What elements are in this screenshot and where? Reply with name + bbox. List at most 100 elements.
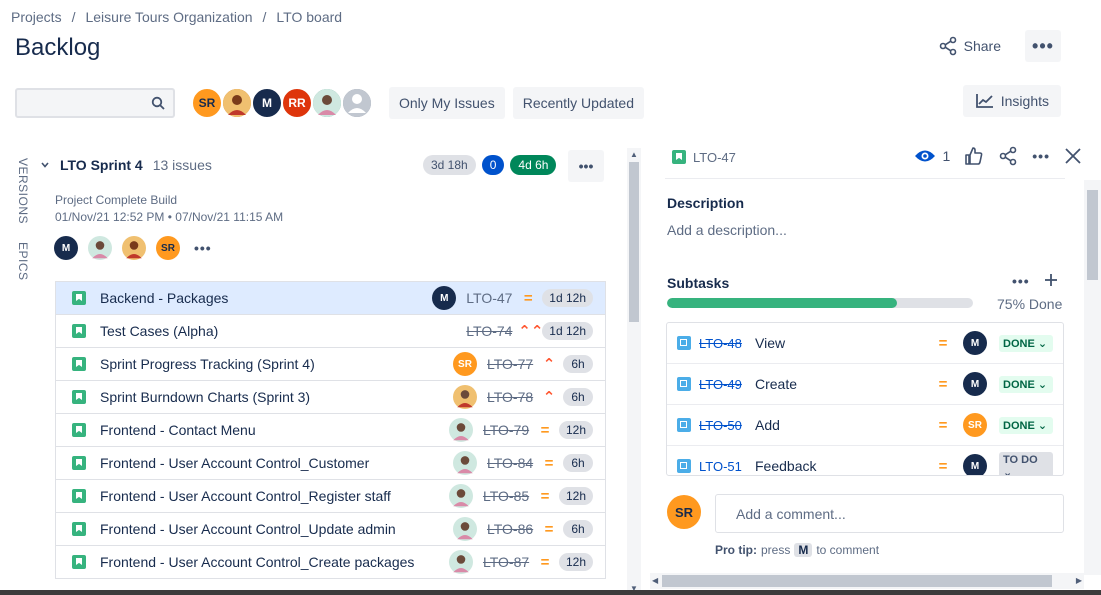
issue-meta: LTO-78 ⌃ 6h <box>453 381 593 413</box>
todo-estimate-badge: 3d 18h <box>423 155 476 175</box>
issue-meta: LTO-85 = 12h <box>448 480 593 512</box>
scrollbar-thumb[interactable] <box>629 162 639 322</box>
avatar-m[interactable]: M <box>54 236 78 260</box>
assignee-avatar[interactable]: SR <box>963 413 987 437</box>
issue-key[interactable]: LTO-79 <box>483 422 535 438</box>
add-subtask-icon[interactable] <box>1044 273 1058 289</box>
issue-row[interactable]: Frontend - Contact Menu LTO-79 = 12h <box>56 414 605 447</box>
breadcrumb-board[interactable]: LTO board <box>276 9 342 25</box>
assignee-avatars: SR M RR <box>191 87 373 119</box>
assignee-avatar[interactable] <box>453 451 477 475</box>
more-actions-button[interactable]: ••• <box>1025 30 1061 62</box>
scroll-up-arrow[interactable]: ▲ <box>630 150 638 159</box>
tab-epics[interactable]: EPICS <box>16 242 30 281</box>
assignee-avatar[interactable]: M <box>963 454 987 475</box>
assignee-avatar[interactable]: M <box>963 372 987 396</box>
assignee-avatar[interactable] <box>448 484 473 508</box>
subtask-title[interactable]: Create <box>755 376 797 392</box>
more-icon[interactable]: ••• <box>1032 148 1050 164</box>
subtask-row[interactable]: LTO-49 Create = M DONE ⌄ <box>667 364 1063 405</box>
priority-medium-icon: = <box>938 334 948 352</box>
close-icon[interactable] <box>1064 147 1082 165</box>
avatar-user-photo[interactable] <box>311 87 343 119</box>
issue-row[interactable]: Backend - Packages M LTO-47 = 1d 12h <box>56 282 605 315</box>
subtask-key[interactable]: LTO-49 <box>699 377 755 392</box>
breadcrumb-project[interactable]: Leisure Tours Organization <box>85 9 252 25</box>
issue-row[interactable]: Frontend - User Account Control_Register… <box>56 480 605 513</box>
assignee-avatar[interactable]: SR <box>453 352 477 376</box>
comment-input[interactable]: Add a comment... <box>715 494 1064 533</box>
avatar-sr[interactable]: SR <box>191 87 223 119</box>
insights-button[interactable]: Insights <box>962 85 1061 117</box>
subtask-row[interactable]: LTO-50 Add = SR DONE ⌄ <box>667 405 1063 446</box>
subtask-more-button[interactable]: ••• <box>1012 273 1030 289</box>
scrollbar-thumb[interactable] <box>1087 190 1098 280</box>
tab-versions[interactable]: VERSIONS <box>16 158 30 224</box>
thumbs-up-icon[interactable] <box>964 146 984 166</box>
avatar-rr[interactable]: RR <box>281 87 313 119</box>
assignee-avatar[interactable] <box>453 517 477 541</box>
recently-updated-filter[interactable]: Recently Updated <box>512 87 644 119</box>
issue-row[interactable]: Frontend - User Account Control_Customer… <box>56 447 605 480</box>
issue-key[interactable]: LTO-85 <box>483 488 535 504</box>
share-button[interactable]: Share <box>932 30 1007 62</box>
issue-row[interactable]: Test Cases (Alpha) LTO-74 ⌃⌃ 1d 12h <box>56 315 605 348</box>
avatar-sr[interactable]: SR <box>156 236 180 260</box>
issue-row[interactable]: Frontend - User Account Control_Create p… <box>56 546 605 579</box>
description-field[interactable]: Add a description... <box>667 222 787 238</box>
chevron-down-icon[interactable] <box>40 160 60 170</box>
subtask-title[interactable]: Feedback <box>755 458 816 474</box>
status-dropdown[interactable]: TO DO ⌄ <box>999 451 1053 475</box>
only-my-issues-filter[interactable]: Only My Issues <box>389 87 505 119</box>
sprint-name[interactable]: LTO Sprint 4 <box>60 157 143 173</box>
issue-row[interactable]: Sprint Burndown Charts (Sprint 3) LTO-78… <box>56 381 605 414</box>
subtask-row[interactable]: LTO-48 View = M DONE ⌄ <box>667 323 1063 364</box>
status-dropdown[interactable]: DONE ⌄ <box>999 416 1053 434</box>
eye-icon[interactable] <box>914 148 936 164</box>
avatar-user-photo[interactable] <box>88 236 112 260</box>
share-icon[interactable] <box>998 146 1018 166</box>
issue-row[interactable]: Frontend - User Account Control_Update a… <box>56 513 605 546</box>
assignee-avatar[interactable] <box>448 550 473 574</box>
assignee-avatar[interactable] <box>448 418 473 442</box>
search-input[interactable] <box>15 88 175 118</box>
avatar-user-photo[interactable] <box>122 236 146 260</box>
subtask-key[interactable]: LTO-50 <box>699 418 755 433</box>
subtask-key[interactable]: LTO-51 <box>699 459 755 474</box>
scroll-right-arrow[interactable]: ▶ <box>1076 576 1082 585</box>
subtask-title[interactable]: Add <box>755 417 780 433</box>
issue-key[interactable]: LTO-86 <box>487 521 539 537</box>
avatar-m[interactable]: M <box>251 87 283 119</box>
subtask-title[interactable]: View <box>755 335 785 351</box>
assignee-avatar[interactable]: M <box>432 286 457 310</box>
issue-key[interactable]: LTO-74 <box>466 323 518 339</box>
in-progress-estimate-badge: 0 <box>481 155 505 175</box>
detail-actions: 1 ••• <box>914 146 1082 166</box>
status-dropdown[interactable]: DONE ⌄ <box>999 334 1053 352</box>
detail-scrollbar[interactable] <box>1084 180 1101 575</box>
detail-horizontal-scrollbar[interactable]: ◀ ▶ <box>650 573 1084 589</box>
issue-key[interactable]: LTO-47 <box>466 290 518 306</box>
issue-key[interactable]: LTO-78 <box>487 389 539 405</box>
issue-title: Test Cases (Alpha) <box>100 323 219 339</box>
backlog-scrollbar[interactable]: ▲ ▼ <box>627 148 641 595</box>
more-assignees-button[interactable]: ••• <box>194 240 212 256</box>
story-icon <box>72 456 86 470</box>
avatar-user-photo[interactable] <box>221 87 253 119</box>
subtask-key[interactable]: LTO-48 <box>699 336 755 351</box>
issue-row[interactable]: Sprint Progress Tracking (Sprint 4) SR L… <box>56 348 605 381</box>
scrollbar-thumb[interactable] <box>662 575 1052 587</box>
detail-issue-key[interactable]: LTO-47 <box>693 150 736 165</box>
assignee-avatar[interactable]: M <box>963 331 987 355</box>
assignee-avatar[interactable] <box>453 385 477 409</box>
avatar-unassigned[interactable] <box>341 87 373 119</box>
scroll-left-arrow[interactable]: ◀ <box>652 576 658 585</box>
status-dropdown[interactable]: DONE ⌄ <box>999 375 1053 393</box>
subtask-row[interactable]: LTO-51 Feedback = M TO DO ⌄ <box>667 446 1063 475</box>
breadcrumb-projects[interactable]: Projects <box>11 9 62 25</box>
issue-key[interactable]: LTO-77 <box>487 356 539 372</box>
watch-count: 1 <box>942 148 951 164</box>
issue-key[interactable]: LTO-84 <box>487 455 539 471</box>
sprint-more-button[interactable]: ••• <box>568 150 604 182</box>
issue-key[interactable]: LTO-87 <box>483 554 535 570</box>
